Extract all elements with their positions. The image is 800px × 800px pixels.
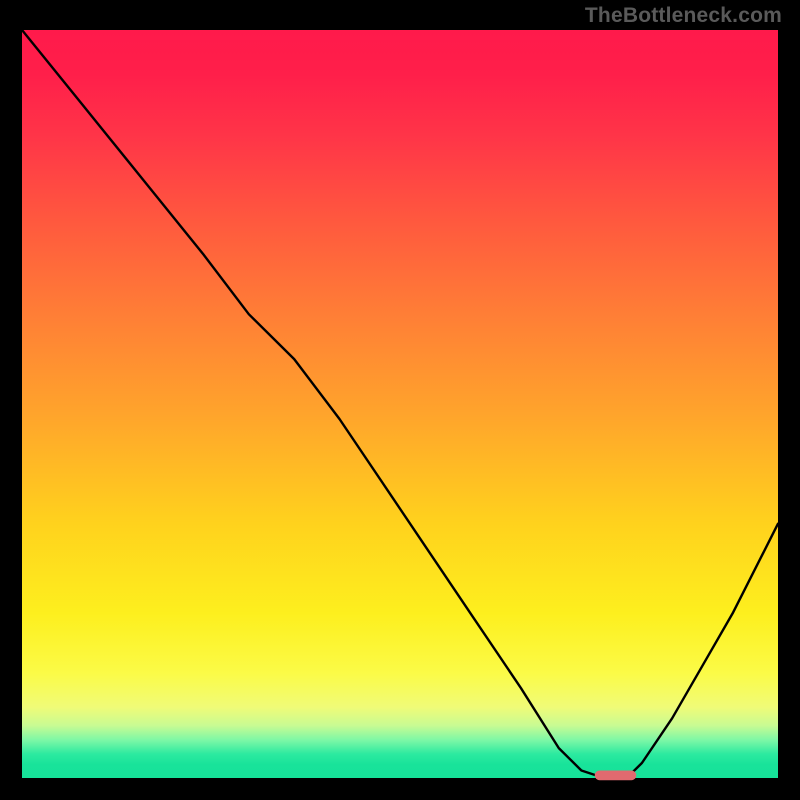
curve-svg xyxy=(22,30,778,778)
plot-area xyxy=(22,30,778,778)
optimal-marker xyxy=(595,771,637,781)
chart-frame: TheBottleneck.com xyxy=(0,0,800,800)
watermark-text: TheBottleneck.com xyxy=(585,4,782,28)
bottleneck-curve xyxy=(22,30,778,778)
